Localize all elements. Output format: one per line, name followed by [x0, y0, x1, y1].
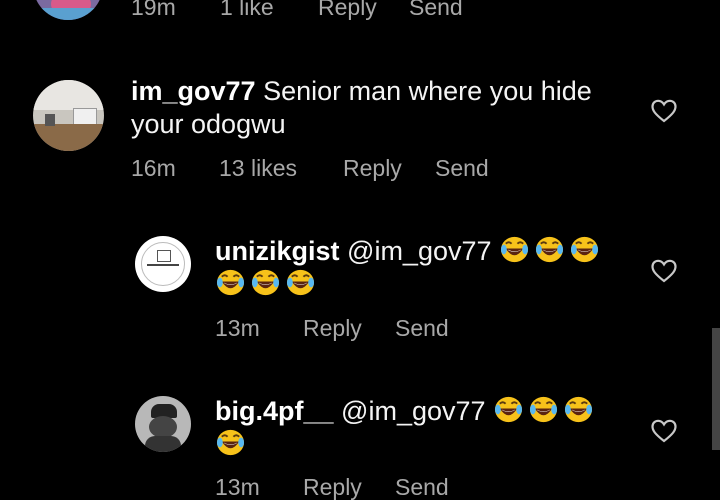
reply-button[interactable]: Reply: [303, 474, 362, 500]
reply-button[interactable]: Reply: [343, 155, 402, 182]
comment: im_gov77 Senior man where you hide your …: [131, 75, 611, 141]
avatar[interactable]: [135, 236, 191, 292]
laughing-emoji-icon: [493, 395, 524, 424]
laughing-emoji-icon: [499, 235, 530, 264]
mention-link[interactable]: @im_gov77: [347, 236, 491, 266]
avatar[interactable]: [33, 0, 103, 20]
reply-button[interactable]: Reply: [318, 0, 377, 21]
send-button[interactable]: Send: [409, 0, 463, 21]
comment: big.4pf__ @im_gov77: [215, 395, 615, 461]
comment-username[interactable]: im_gov77: [131, 76, 256, 106]
heart-icon[interactable]: [651, 259, 677, 283]
scrollbar[interactable]: [712, 328, 720, 450]
avatar[interactable]: [135, 396, 191, 452]
laughing-emoji-icon: [569, 235, 600, 264]
comment-username[interactable]: unizikgist: [215, 236, 340, 266]
comment-meta: 19m 1 like Reply Send: [131, 0, 531, 22]
heart-icon[interactable]: [651, 419, 677, 443]
comment-time: 13m: [215, 315, 260, 341]
likes-count[interactable]: 13 likes: [219, 155, 297, 182]
send-button[interactable]: Send: [435, 155, 489, 182]
laughing-emoji-icon: [215, 268, 246, 297]
comment-time: 16m: [131, 155, 176, 181]
laughing-emoji-icon: [528, 395, 559, 424]
comment-username[interactable]: big.4pf__: [215, 396, 334, 426]
comment-time: 13m: [215, 474, 260, 500]
comment-meta: 13m Reply Send: [215, 315, 515, 343]
send-button[interactable]: Send: [395, 474, 449, 500]
laughing-emoji-icon: [215, 428, 246, 457]
avatar[interactable]: [33, 80, 104, 151]
comment-meta: 16m 13 likes Reply Send: [131, 155, 531, 183]
laughing-emoji-icon: [250, 268, 281, 297]
comment-meta: 13m Reply Send: [215, 474, 515, 500]
comment-time: 19m: [131, 0, 176, 20]
likes-count[interactable]: 1 like: [220, 0, 274, 21]
comment: unizikgist @im_gov77: [215, 235, 625, 301]
heart-icon[interactable]: [651, 99, 677, 123]
reply-button[interactable]: Reply: [303, 315, 362, 342]
send-button[interactable]: Send: [395, 315, 449, 342]
laughing-emoji-icon: [285, 268, 316, 297]
laughing-emoji-icon: [534, 235, 565, 264]
laughing-emoji-icon: [563, 395, 594, 424]
mention-link[interactable]: @im_gov77: [341, 396, 485, 426]
